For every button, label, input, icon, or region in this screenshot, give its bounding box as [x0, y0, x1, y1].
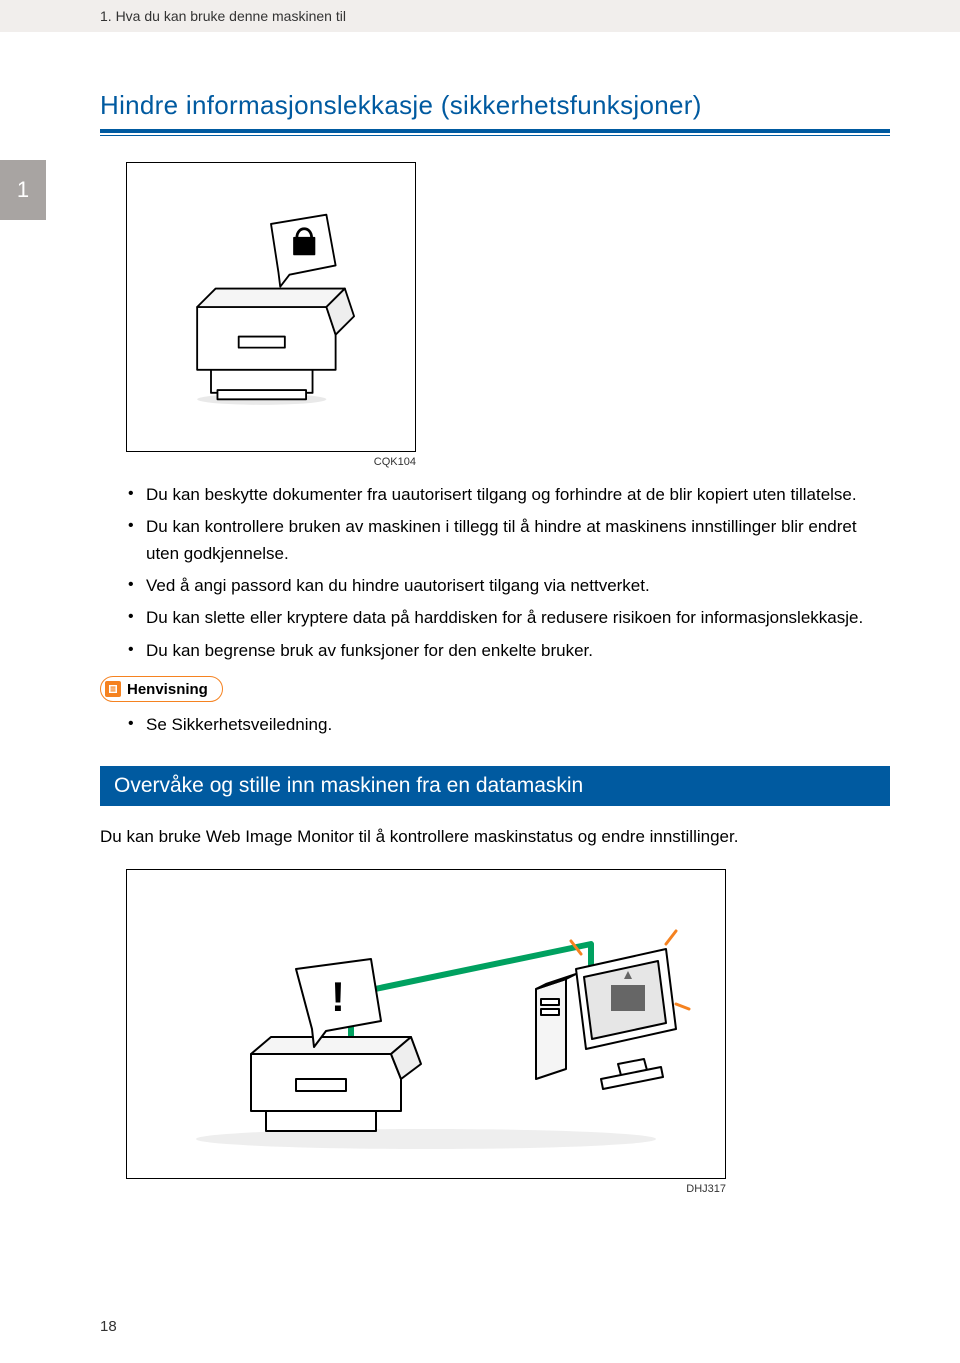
figure-security — [126, 162, 416, 452]
printer-computer-network-illustration: ! — [146, 879, 706, 1169]
list-item: Du kan beskytte dokumenter fra uautorise… — [126, 482, 890, 508]
list-item: Du kan slette eller kryptere data på har… — [126, 605, 890, 631]
main-content: Hindre informasjonslekkasje (sikkerhetsf… — [100, 90, 890, 1195]
figure-caption-1: CQK104 — [126, 456, 416, 468]
section-title: Hindre informasjonslekkasje (sikkerhetsf… — [100, 90, 890, 133]
reference-label: Henvisning — [127, 681, 208, 698]
divider — [100, 135, 890, 136]
list-item: Ved å angi passord kan du hindre uautori… — [126, 573, 890, 599]
subsection-title: Overvåke og stille inn maskinen fra en d… — [100, 766, 890, 806]
page-header: 1. Hva du kan bruke denne maskinen til — [0, 0, 960, 32]
chapter-number: 1 — [17, 177, 29, 203]
list-item: Du kan begrense bruk av funksjoner for d… — [126, 638, 890, 664]
figure-web-monitor: ! — [126, 869, 726, 1179]
list-item: Du kan kontrollere bruken av maskinen i … — [126, 514, 890, 567]
svg-text:!: ! — [331, 973, 345, 1020]
reference-list: Se Sikkerhetsveiledning. — [126, 712, 890, 738]
figure-caption-2: DHJ317 — [126, 1183, 726, 1195]
reference-icon — [105, 681, 121, 697]
chapter-title: 1. Hva du kan bruke denne maskinen til — [100, 8, 346, 24]
printer-lock-illustration — [151, 187, 391, 427]
chapter-tab-badge: 1 — [0, 160, 46, 220]
body-paragraph: Du kan bruke Web Image Monitor til å kon… — [100, 824, 890, 850]
bullet-list-1: Du kan beskytte dokumenter fra uautorise… — [126, 482, 890, 664]
list-item: Se Sikkerhetsveiledning. — [126, 712, 890, 738]
page-number: 18 — [100, 1318, 117, 1335]
reference-pill: Henvisning — [100, 676, 223, 702]
